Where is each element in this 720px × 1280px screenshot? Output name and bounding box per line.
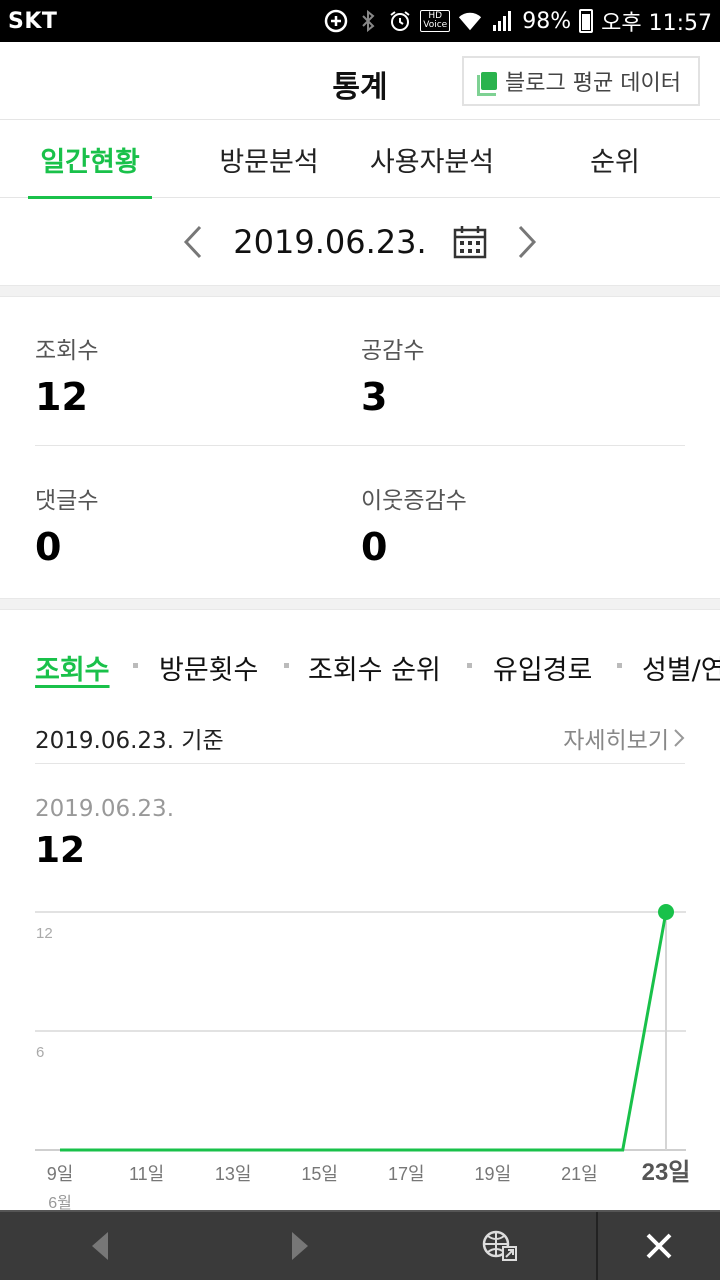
- separator-dot: [617, 663, 622, 668]
- tab-label: 사용자분석: [369, 146, 495, 178]
- stat-value: 0: [35, 525, 62, 569]
- tab-visit-analysis[interactable]: 방문분석: [214, 120, 324, 198]
- back-button[interactable]: [70, 1212, 130, 1280]
- stats-panel: 조회수 12 공감수 3 댓글수 0 이웃증감수 0: [0, 297, 720, 600]
- x-tick-label: 17일: [388, 1164, 425, 1184]
- close-button[interactable]: [598, 1212, 720, 1280]
- basis-date-label: 2019.06.23. 기준: [35, 727, 224, 754]
- section-divider: [0, 285, 720, 297]
- detail-link[interactable]: 자세히보기: [563, 721, 685, 755]
- subtab-view-ranking[interactable]: 조회수 순위: [308, 648, 441, 687]
- x-tick-label: 23일: [642, 1159, 691, 1186]
- document-icon: [477, 72, 498, 96]
- browser-toolbar: [0, 1210, 720, 1280]
- views-line-chart[interactable]: 1269일 11일 13일 15일 17일 19일 21일 23일6월: [0, 890, 720, 1220]
- stat-value: 3: [361, 375, 388, 419]
- detail-link-label: 자세히보기: [563, 727, 669, 754]
- previous-date-button[interactable]: [179, 222, 207, 262]
- tab-ranking[interactable]: 순위: [580, 120, 650, 198]
- stat-likes: 공감수 3: [361, 331, 661, 419]
- status-icons: HD Voice 98% 오후 11:57: [324, 5, 712, 37]
- triangle-right-icon: [292, 1232, 308, 1260]
- battery-percent: 98%: [522, 8, 572, 34]
- carrier-name: SKT: [8, 8, 58, 34]
- y-tick-label: 12: [36, 925, 53, 942]
- selected-point-value: 12: [35, 830, 86, 871]
- next-date-button[interactable]: [513, 222, 541, 262]
- stat-label: 댓글수: [35, 488, 99, 514]
- blog-average-data-label: 블로그 평균 데이터: [505, 71, 681, 96]
- stat-value: 0: [361, 525, 388, 569]
- separator-dot: [133, 663, 138, 668]
- alarm-icon: [388, 9, 412, 33]
- battery-icon: [579, 9, 594, 33]
- voice-label: Voice: [423, 20, 448, 30]
- current-date: 2019.06.23.: [233, 223, 427, 261]
- basis-row: 2019.06.23. 기준 자세히보기: [35, 712, 685, 764]
- signal-icon: [490, 9, 514, 33]
- stats-divider: [35, 445, 685, 446]
- tab-user-analysis[interactable]: 사용자분석: [364, 120, 500, 198]
- stat-label: 조회수: [35, 338, 99, 364]
- tab-label: 순위: [590, 146, 640, 178]
- x-tick-label: 11일: [129, 1164, 164, 1184]
- bluetooth-icon: [356, 9, 380, 33]
- x-tick-label: 19일: [475, 1164, 512, 1184]
- calendar-icon[interactable]: [453, 225, 487, 259]
- stat-neighbors: 이웃증감수 0: [361, 481, 661, 569]
- forward-button[interactable]: [270, 1212, 330, 1280]
- add-circle-icon: [324, 9, 348, 33]
- app-header: 통계 블로그 평균 데이터: [0, 42, 720, 120]
- subtab-gender-age[interactable]: 성별/연: [642, 648, 720, 687]
- open-in-browser-button[interactable]: [470, 1212, 530, 1280]
- close-icon: [646, 1233, 672, 1259]
- subtab-visits[interactable]: 방문횟수: [159, 648, 258, 687]
- tab-label: 방문분석: [219, 146, 319, 178]
- date-navigator: 2019.06.23.: [0, 199, 720, 285]
- wifi-icon: [458, 9, 482, 33]
- y-tick-label: 6: [36, 1044, 44, 1061]
- separator-dot: [467, 663, 472, 668]
- x-tick-label: 13일: [215, 1164, 252, 1184]
- x-tick-label: 15일: [301, 1164, 338, 1184]
- highlight-point: [658, 904, 674, 920]
- hd-voice-icon: HD Voice: [420, 10, 451, 32]
- triangle-left-icon: [92, 1232, 108, 1260]
- subtab-views[interactable]: 조회수: [35, 648, 110, 687]
- tab-daily-overview[interactable]: 일간현황: [28, 120, 152, 199]
- chevron-right-icon: [674, 728, 685, 747]
- main-tabs: 일간현황 방문분석 사용자분석 순위: [0, 120, 720, 199]
- separator-dot: [284, 663, 289, 668]
- subtab-referrer[interactable]: 유입경로: [493, 648, 592, 687]
- x-tick-label: 21일: [561, 1164, 598, 1184]
- stat-value: 12: [35, 375, 88, 419]
- chevron-left-icon: [184, 225, 202, 259]
- section-divider: [0, 598, 720, 610]
- tab-label: 일간현황: [40, 146, 140, 178]
- selected-point-date: 2019.06.23.: [35, 796, 174, 822]
- stat-views: 조회수 12: [35, 331, 335, 419]
- clock: 오후 11:57: [601, 11, 712, 36]
- stat-label: 공감수: [361, 338, 425, 364]
- globe-icon: [482, 1230, 517, 1261]
- blog-average-data-button[interactable]: 블로그 평균 데이터: [462, 56, 700, 106]
- chart-subtabs: 조회수 방문횟수 조회수 순위 유입경로 성별/연: [0, 620, 720, 710]
- chevron-right-icon: [518, 225, 536, 259]
- stat-comments: 댓글수 0: [35, 481, 335, 569]
- stat-label: 이웃증감수: [361, 488, 467, 514]
- x-tick-label: 9일: [47, 1164, 74, 1184]
- status-bar: SKT HD Voice 98% 오후 11:57: [0, 0, 720, 42]
